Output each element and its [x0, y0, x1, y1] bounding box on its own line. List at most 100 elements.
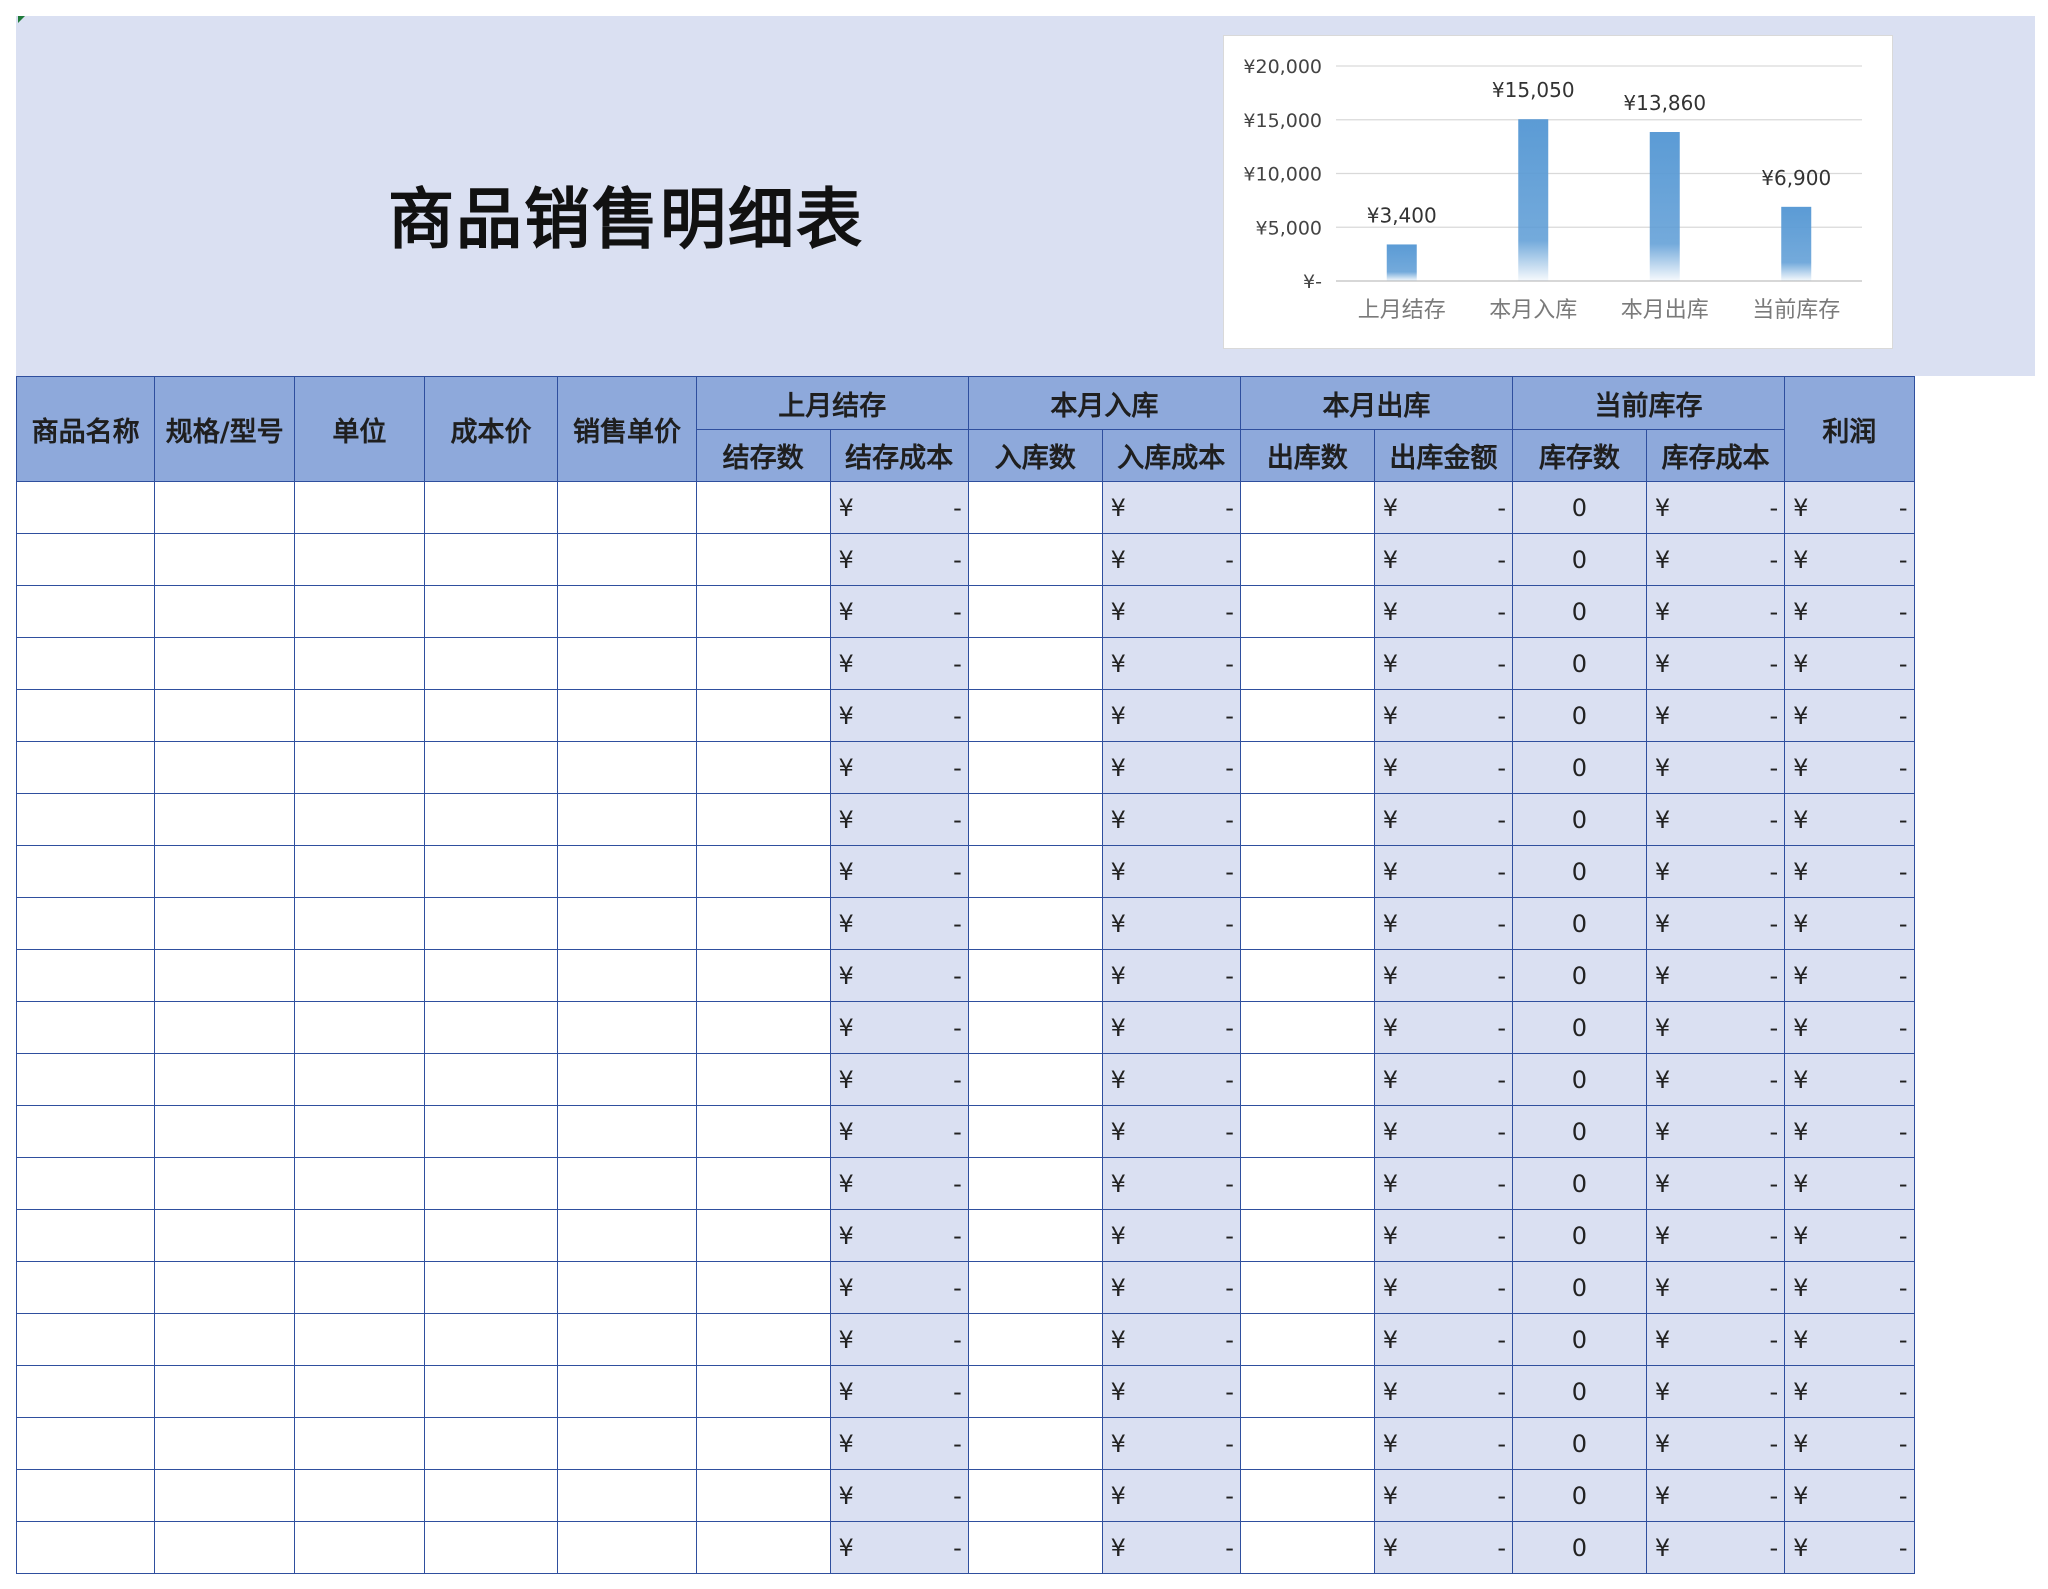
cell-cost-price[interactable] [423, 1001, 559, 1054]
cell-in-qty[interactable] [967, 481, 1103, 534]
cell-stock-cost[interactable]: ¥ - [829, 1261, 969, 1314]
cell-out-amount[interactable]: ¥ - [1373, 949, 1514, 1002]
cell-profit[interactable]: ¥ - [1784, 585, 1915, 638]
sheet-title[interactable]: 商品销售明细表 [16, 166, 1236, 262]
cell-inventory-cost[interactable]: ¥ - [1645, 1469, 1786, 1522]
cell-unit[interactable] [294, 897, 425, 950]
cell-unit[interactable] [294, 845, 425, 898]
cell-profit[interactable]: ¥ - [1784, 1365, 1915, 1418]
bar[interactable] [1649, 132, 1680, 281]
cell-cost-price[interactable] [423, 793, 559, 846]
cell-spec[interactable] [154, 585, 296, 638]
cell-spec[interactable] [154, 1313, 296, 1366]
cell-sale-price[interactable] [557, 533, 697, 586]
cell-stock-qty[interactable] [695, 845, 831, 898]
cell-product-name[interactable] [15, 1521, 156, 1574]
cell-stock-qty[interactable] [695, 689, 831, 742]
cell-out-qty[interactable] [1239, 845, 1375, 898]
cell-sale-price[interactable] [557, 585, 697, 638]
cell-stock-qty[interactable] [695, 637, 831, 690]
header-cost-price[interactable]: 成本价 [423, 376, 559, 482]
cell-in-cost[interactable]: ¥ - [1101, 949, 1241, 1002]
header-product-name[interactable]: 商品名称 [15, 376, 156, 482]
cell-cost-price[interactable] [423, 481, 559, 534]
cell-sale-price[interactable] [557, 1417, 697, 1470]
cell-sale-price[interactable] [557, 793, 697, 846]
cell-unit[interactable] [294, 1001, 425, 1054]
cell-inventory-qty[interactable]: 0 [1512, 1313, 1647, 1366]
bar[interactable] [1518, 119, 1549, 282]
cell-in-cost[interactable]: ¥ - [1101, 1365, 1241, 1418]
cell-out-amount[interactable]: ¥ - [1373, 1261, 1514, 1314]
cell-inventory-qty[interactable]: 0 [1512, 689, 1647, 742]
cell-cost-price[interactable] [423, 1209, 559, 1262]
header-last-month[interactable]: 上月结存 [695, 376, 969, 430]
cell-inventory-cost[interactable]: ¥ - [1645, 637, 1786, 690]
cell-inventory-qty[interactable]: 0 [1512, 949, 1647, 1002]
cell-inventory-cost[interactable]: ¥ - [1645, 1261, 1786, 1314]
cell-spec[interactable] [154, 793, 296, 846]
cell-stock-cost[interactable]: ¥ - [829, 689, 969, 742]
cell-sale-price[interactable] [557, 1105, 697, 1158]
cell-unit[interactable] [294, 1157, 425, 1210]
header-sub-inventory-qty[interactable]: 库存数 [1512, 429, 1647, 482]
cell-spec[interactable] [154, 1105, 296, 1158]
cell-cost-price[interactable] [423, 1469, 559, 1522]
cell-unit[interactable] [294, 1313, 425, 1366]
cell-out-amount[interactable]: ¥ - [1373, 1105, 1514, 1158]
cell-cost-price[interactable] [423, 1053, 559, 1106]
header-current-stock[interactable]: 当前库存 [1511, 376, 1786, 430]
cell-sale-price[interactable] [557, 689, 697, 742]
cell-in-qty[interactable] [967, 897, 1103, 950]
cell-inventory-cost[interactable]: ¥ - [1645, 1209, 1786, 1262]
cell-sale-price[interactable] [557, 1469, 697, 1522]
cell-product-name[interactable] [15, 1417, 156, 1470]
cell-out-amount[interactable]: ¥ - [1373, 793, 1514, 846]
cell-spec[interactable] [154, 845, 296, 898]
cell-in-qty[interactable] [967, 1521, 1103, 1574]
cell-in-cost[interactable]: ¥ - [1101, 1001, 1241, 1054]
cell-stock-qty[interactable] [695, 1521, 831, 1574]
bar[interactable] [1781, 206, 1812, 281]
cell-stock-cost[interactable]: ¥ - [829, 1053, 969, 1106]
cell-profit[interactable]: ¥ - [1784, 949, 1915, 1002]
cell-cost-price[interactable] [423, 1157, 559, 1210]
cell-in-cost[interactable]: ¥ - [1101, 845, 1241, 898]
cell-profit[interactable]: ¥ - [1784, 481, 1915, 534]
cell-spec[interactable] [154, 1417, 296, 1470]
cell-out-amount[interactable]: ¥ - [1373, 1053, 1514, 1106]
cell-out-amount[interactable]: ¥ - [1373, 741, 1514, 794]
cell-out-amount[interactable]: ¥ - [1373, 897, 1514, 950]
cell-product-name[interactable] [15, 793, 156, 846]
cell-spec[interactable] [154, 1521, 296, 1574]
cell-profit[interactable]: ¥ - [1784, 1313, 1915, 1366]
cell-in-qty[interactable] [967, 1053, 1103, 1106]
cell-inventory-cost[interactable]: ¥ - [1645, 585, 1786, 638]
cell-unit[interactable] [294, 1053, 425, 1106]
cell-spec[interactable] [154, 1261, 296, 1314]
cell-sale-price[interactable] [557, 1209, 697, 1262]
cell-stock-qty[interactable] [695, 741, 831, 794]
cell-profit[interactable]: ¥ - [1784, 689, 1915, 742]
header-spec[interactable]: 规格/型号 [154, 376, 296, 482]
cell-cost-price[interactable] [423, 637, 559, 690]
cell-cost-price[interactable] [423, 1261, 559, 1314]
cell-inventory-qty[interactable]: 0 [1512, 1209, 1647, 1262]
header-sub-inventory-cost[interactable]: 库存成本 [1645, 429, 1786, 482]
cell-in-cost[interactable]: ¥ - [1101, 533, 1241, 586]
cell-cost-price[interactable] [423, 897, 559, 950]
cell-out-amount[interactable]: ¥ - [1373, 481, 1514, 534]
cell-cost-price[interactable] [423, 533, 559, 586]
cell-inventory-cost[interactable]: ¥ - [1645, 1521, 1786, 1574]
cell-stock-cost[interactable]: ¥ - [829, 949, 969, 1002]
cell-sale-price[interactable] [557, 1365, 697, 1418]
cell-stock-cost[interactable]: ¥ - [829, 481, 969, 534]
cell-spec[interactable] [154, 1001, 296, 1054]
cell-sale-price[interactable] [557, 1521, 697, 1574]
cell-cost-price[interactable] [423, 1521, 559, 1574]
cell-out-qty[interactable] [1239, 481, 1375, 534]
cell-product-name[interactable] [15, 533, 156, 586]
cell-unit[interactable] [294, 533, 425, 586]
cell-spec[interactable] [154, 1469, 296, 1522]
cell-out-amount[interactable]: ¥ - [1373, 1001, 1514, 1054]
